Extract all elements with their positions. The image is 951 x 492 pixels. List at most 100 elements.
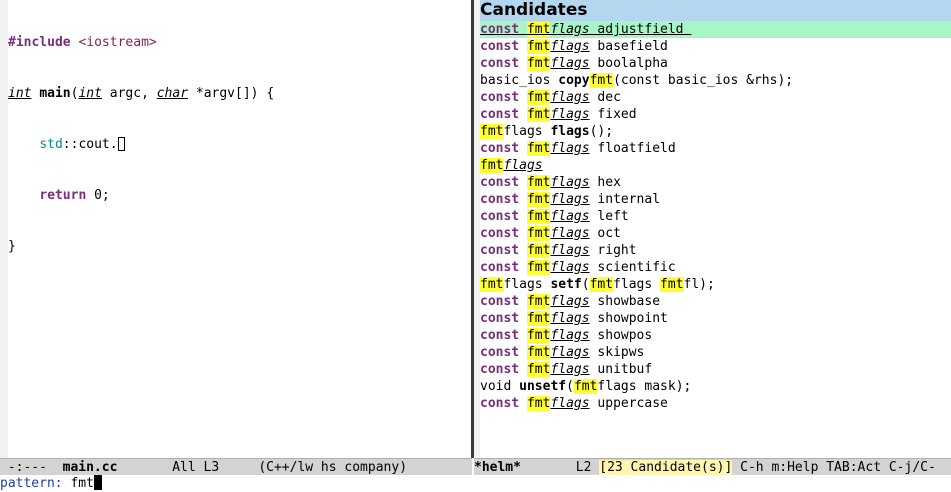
candidate-space <box>519 311 527 326</box>
candidate-name: skipws <box>589 345 645 360</box>
pattern-input[interactable]: fmt <box>70 476 93 491</box>
candidate-keyword: const <box>480 39 520 54</box>
candidate-type: flags <box>550 22 590 37</box>
candidate-item[interactable]: const fmtflags scientific <box>480 259 951 276</box>
candidate-space <box>519 90 527 105</box>
candidate-type: flags <box>550 175 590 190</box>
candidate-space <box>519 226 527 241</box>
match-highlight: fmt <box>526 175 551 190</box>
match-highlight: fmt <box>480 277 504 292</box>
candidate-item[interactable]: const fmtflags basefield <box>480 38 951 55</box>
code-line-5: } <box>8 238 274 255</box>
candidate-item[interactable]: const fmtflags skipws <box>480 344 951 361</box>
candidate-paren: ( <box>581 277 590 292</box>
candidate-suffix: flags mask); <box>597 379 692 394</box>
candidate-name: showbase <box>589 294 661 309</box>
candidate-keyword: const <box>480 345 520 360</box>
candidate-item[interactable]: const fmtflags uppercase <box>480 395 951 412</box>
helm-pane[interactable]: Candidates const fmtflags adjustfield co… <box>474 0 951 458</box>
modeline-modes[interactable]: (C++/lw hs company) <box>258 460 407 475</box>
candidate-space <box>519 328 527 343</box>
candidate-item[interactable]: const fmtflags left <box>480 208 951 225</box>
code-area[interactable]: #include <iostream> int main(int argc, c… <box>8 0 274 289</box>
candidate-item[interactable]: const fmtflags dec <box>480 89 951 106</box>
candidate-name: right <box>589 243 637 258</box>
candidate-item[interactable]: const fmtflags fixed <box>480 106 951 123</box>
match-highlight: fmt <box>589 73 614 88</box>
candidate-text: flags <box>503 124 551 139</box>
match-highlight: fmt <box>526 396 551 411</box>
text-cursor <box>117 137 125 151</box>
return-type: int <box>8 86 32 101</box>
function-name: main <box>39 86 71 101</box>
candidate-count-badge: [23 Candidate(s)] <box>599 460 733 475</box>
editor-pane[interactable]: #include <iostream> int main(int argc, c… <box>0 0 471 458</box>
param-type-int: int <box>78 86 102 101</box>
match-highlight: fmt <box>526 192 551 207</box>
modeline-buffer-name[interactable]: main.cc <box>63 460 118 475</box>
candidate-keyword: const <box>480 396 520 411</box>
candidate-name: boolalpha <box>589 56 668 71</box>
candidate-type: flags <box>550 345 590 360</box>
candidate-space <box>519 362 527 377</box>
candidate-name: uppercase <box>589 396 668 411</box>
candidate-name: hex <box>589 175 621 190</box>
candidate-type: flags <box>550 396 590 411</box>
candidate-function: setf <box>550 277 582 292</box>
modeline-help-hints: C-h m:Help TAB:Act C-j/C- <box>732 460 936 475</box>
modeline-helm: *helm* L2 [23 Candidate(s)] C-h m:Help T… <box>474 458 951 475</box>
candidate-space <box>519 396 527 411</box>
candidate-item[interactable]: const fmtflags unitbuf <box>480 361 951 378</box>
candidate-type: flags <box>550 192 590 207</box>
candidate-space <box>519 22 527 37</box>
candidate-name: adjustfield <box>589 22 692 37</box>
minibuffer-prompt: pattern: <box>0 476 71 491</box>
candidate-item[interactable]: basic_ios copyfmt(const basic_ios &rhs); <box>480 72 951 89</box>
candidate-item[interactable]: fmtflags setf(fmtflags fmtfl); <box>480 276 951 293</box>
candidate-item[interactable]: const fmtflags showpos <box>480 327 951 344</box>
candidate-keyword: const <box>480 328 520 343</box>
candidate-item[interactable]: const fmtflags showpoint <box>480 310 951 327</box>
candidate-type: flags <box>550 260 590 275</box>
candidate-space <box>519 294 527 309</box>
candidate-keyword: const <box>480 56 520 71</box>
candidate-keyword: const <box>480 209 520 224</box>
helm-source-header: Candidates <box>480 0 951 21</box>
candidate-text: flags <box>613 277 661 292</box>
left-fringe <box>0 0 8 458</box>
scope-separator: :: <box>62 137 79 152</box>
candidate-function: flags <box>550 124 590 139</box>
match-highlight: fmt <box>526 328 551 343</box>
candidate-item[interactable]: void unsetf(fmtflags mask); <box>480 378 951 395</box>
modeline-helm-buffer[interactable]: *helm* <box>474 460 521 475</box>
candidate-item[interactable]: const fmtflags floatfield <box>480 140 951 157</box>
candidate-text: flags <box>503 277 551 292</box>
match-highlight: fmt <box>480 158 504 173</box>
candidate-item[interactable]: const fmtflags oct <box>480 225 951 242</box>
candidate-item[interactable]: fmtflags <box>480 157 951 174</box>
candidate-item[interactable]: const fmtflags adjustfield <box>480 21 951 38</box>
candidate-name: internal <box>589 192 661 207</box>
candidate-keyword: const <box>480 226 520 241</box>
candidate-item[interactable]: const fmtflags showbase <box>480 293 951 310</box>
candidate-item[interactable]: fmtflags flags(); <box>480 123 951 140</box>
candidate-type: flags <box>550 56 590 71</box>
candidate-space <box>519 209 527 224</box>
candidate-keyword: const <box>480 141 520 156</box>
namespace: std <box>39 137 63 152</box>
match-highlight: fmt <box>526 22 551 37</box>
candidate-item[interactable]: const fmtflags internal <box>480 191 951 208</box>
candidate-space <box>519 192 527 207</box>
minibuffer[interactable]: pattern: fmt <box>0 475 951 492</box>
candidate-space <box>519 56 527 71</box>
candidate-function: copy <box>558 73 590 88</box>
minibuffer-cursor <box>93 475 102 490</box>
candidate-prefix: basic_ios <box>480 73 559 88</box>
candidate-item[interactable]: const fmtflags boolalpha <box>480 55 951 72</box>
candidate-name: scientific <box>589 260 676 275</box>
match-highlight: fmt <box>526 243 551 258</box>
candidate-item[interactable]: const fmtflags right <box>480 242 951 259</box>
candidate-item[interactable]: const fmtflags hex <box>480 174 951 191</box>
candidate-suffix: fl); <box>683 277 715 292</box>
candidate-list[interactable]: const fmtflags adjustfield const fmtflag… <box>480 21 951 412</box>
